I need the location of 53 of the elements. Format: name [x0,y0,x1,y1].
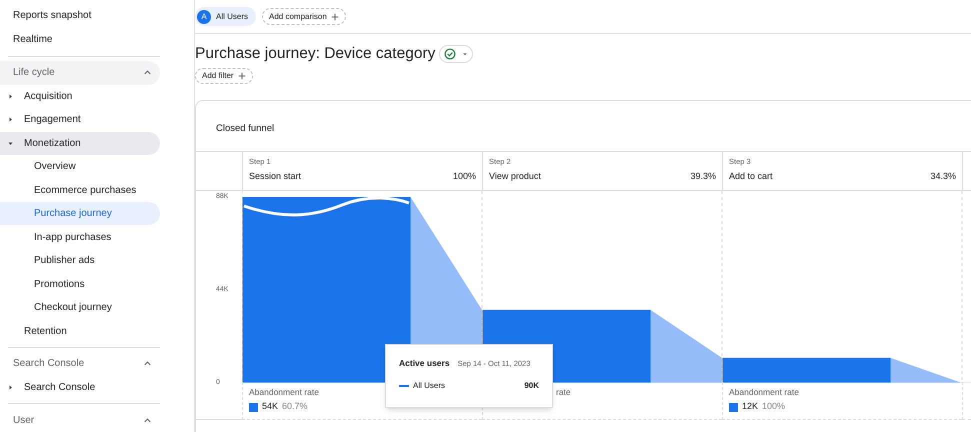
nav-item[interactable]: Engagement [0,108,160,132]
nav-item[interactable]: Search Console [0,376,160,400]
nav-item[interactable]: Purchase journey [0,202,160,226]
caret-icon [462,51,468,57]
section-header[interactable]: User [0,408,160,432]
check-circle-icon [444,48,456,60]
legend-swatch [729,402,738,412]
nav-item[interactable]: Reports snapshot [0,4,160,28]
status-dropdown[interactable] [439,45,474,63]
step-name: View product [489,170,541,184]
step-percent: 39.3% [690,170,716,184]
nav-item[interactable]: Acquisition [0,84,160,108]
nav-item[interactable]: Overview [0,155,160,178]
plus-icon [330,12,339,20]
nav-item[interactable]: Retention [0,319,160,343]
segment-badge: A [197,10,211,24]
step-name: Add to cart [729,170,773,184]
abandonment-label: Abandonment rate [249,387,320,398]
step-name: Session start [249,170,302,184]
segment-chip[interactable]: A All Users [195,7,256,26]
abandonment-rate: 100% [762,400,786,414]
nav-item[interactable]: Checkout journey [0,296,160,320]
caret-icon [8,94,13,99]
nav-item[interactable]: Publisher ads [0,248,160,272]
step-percent: 34.3% [930,170,956,184]
add-filter-button[interactable]: Add filter [195,68,253,84]
abandonment-count: 54K [262,400,278,414]
nav-item[interactable]: Promotions [0,272,160,296]
abandonment-label: Abandonment rate [729,387,800,398]
section-header[interactable]: Life cycle [0,60,160,85]
abandonment-label: rate [556,387,572,398]
funnel-bar[interactable] [722,358,890,384]
plus-icon [238,72,246,80]
page-title: Purchase journey: Device category [195,44,436,64]
nav-item[interactable]: Realtime [0,28,160,52]
abandonment-rate: 60.7% [282,400,308,414]
drop-off-area [890,358,962,384]
caret-icon [8,384,13,390]
legend-swatch [249,402,258,412]
tooltip-title: Active users [399,357,450,370]
caret-icon [8,117,13,122]
axis-break-icon [244,196,410,217]
nav-item[interactable]: In-app purchases [0,225,160,249]
tooltip-series: All Users [413,380,446,392]
section-header[interactable]: Search Console [0,352,160,376]
add-comparison-button[interactable]: Add comparison [262,8,346,25]
abandonment-count: 12K [742,400,758,414]
nav-item[interactable]: Monetization [0,132,160,156]
caret-icon [8,140,13,146]
tooltip-value: 90K [524,380,539,392]
step-percent: 100% [452,170,476,184]
nav-item[interactable]: Ecommerce purchases [0,178,160,202]
card-title: Closed funnel [216,122,276,136]
